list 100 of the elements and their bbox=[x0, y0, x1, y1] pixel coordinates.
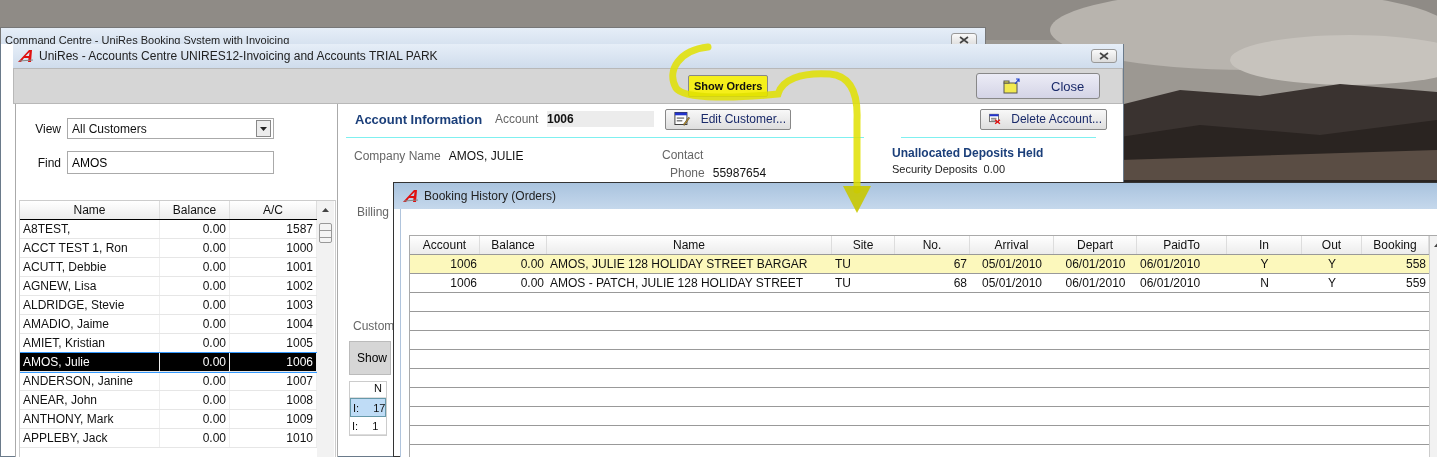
table-cell-text: 1 bbox=[371, 419, 379, 432]
security-deposits-value: 0.00 bbox=[983, 163, 1005, 175]
table-cell: 0.00 bbox=[160, 220, 230, 238]
table-cell-text: 68 bbox=[952, 275, 968, 292]
field-label: Company Name bbox=[354, 149, 441, 163]
table-cell: ACCT TEST 1, Ron bbox=[20, 239, 160, 257]
customer-row[interactable]: A8TEST, 0.00 1587 bbox=[20, 220, 317, 239]
table-cell-text: I: bbox=[351, 419, 359, 432]
table-cell-text: AMOS - PATCH, JULIE 128 HOLIDAY STREET bbox=[549, 275, 805, 292]
table-cell: 0.00 bbox=[160, 372, 230, 390]
table-cell-text: 0.00 bbox=[519, 256, 545, 273]
close-icon bbox=[959, 36, 969, 44]
field-label: View bbox=[34, 121, 61, 136]
table-cell-text: TU bbox=[834, 256, 852, 273]
view-dropdown[interactable]: All Customers bbox=[67, 118, 274, 139]
table-cell: 0.00 bbox=[160, 239, 230, 257]
field-label: Account bbox=[495, 112, 540, 126]
table-cell-text: 06/01/2010 bbox=[1064, 275, 1127, 292]
window-title: UniRes - Accounts Centre UNIRES12-Invoicing and Accounts TRIAL PARK bbox=[39, 49, 438, 63]
column-header[interactable]: Name bbox=[20, 201, 160, 219]
table-cell-text: Y bbox=[1259, 256, 1270, 273]
table-cell-text: TU bbox=[834, 275, 852, 292]
edit-icon bbox=[674, 111, 691, 127]
table-cell: 0.00 bbox=[160, 277, 230, 295]
customer-row[interactable]: ACCT TEST 1, Ron 0.00 1000 bbox=[20, 239, 317, 258]
table-cell-text: 559 bbox=[1404, 275, 1427, 292]
company-name-value: AMOS, JULIE bbox=[448, 149, 524, 163]
scroll-thumb[interactable] bbox=[319, 223, 332, 243]
table-cell-text: 17 bbox=[372, 401, 386, 414]
table-cell: AMOS, Julie bbox=[20, 353, 160, 371]
column-header[interactable]: PaidTo bbox=[1137, 236, 1227, 254]
table-cell: ANDERSON, Janine bbox=[20, 372, 160, 390]
table-cell: APPLEBY, Jack bbox=[20, 429, 160, 447]
close-button[interactable]: Close bbox=[976, 73, 1100, 99]
close-button[interactable] bbox=[1091, 49, 1117, 63]
column-header[interactable]: Depart bbox=[1054, 236, 1137, 254]
delete-icon bbox=[989, 111, 1002, 127]
table-cell-text: 0.00 bbox=[519, 275, 545, 292]
delete-account-button[interactable]: Delete Account... bbox=[980, 108, 1107, 130]
customer-row[interactable]: AMOS, Julie 0.00 1006 bbox=[20, 353, 317, 372]
folder-icon bbox=[1003, 78, 1021, 94]
field-label: Custom bbox=[353, 319, 396, 333]
section-heading: Account Information bbox=[355, 111, 484, 127]
close-icon bbox=[1099, 52, 1109, 60]
customer-row[interactable]: ANDERSON, Janine 0.00 1007 bbox=[20, 372, 317, 391]
customer-row[interactable]: APPLEBY, Jack 0.00 1010 bbox=[20, 429, 317, 448]
booking-row[interactable]: 1006 0.00 AMOS - PATCH, JULIE 128 HOLIDAY STREET TU 68 05/01/2010 06/01/2010 06/01/2010 N Y 559 bbox=[410, 274, 1429, 293]
window-title: Booking History (Orders) bbox=[424, 189, 557, 203]
table-cell-text: 06/01/2010 bbox=[1064, 256, 1127, 273]
phone-value: 55987654 bbox=[712, 166, 767, 180]
column-header[interactable]: Site bbox=[832, 236, 895, 254]
table-cell-text: 05/01/2010 bbox=[980, 275, 1044, 292]
table-cell-text: N bbox=[1259, 275, 1270, 292]
table-cell: ANEAR, John bbox=[20, 391, 160, 409]
find-field[interactable]: AMOS bbox=[67, 151, 274, 174]
table-cell-text: 67 bbox=[952, 256, 968, 273]
table-row[interactable]: I: 1 bbox=[350, 417, 386, 435]
field-label: Security Deposits bbox=[892, 163, 978, 175]
booking-row[interactable]: 1006 0.00 AMOS, JULIE 128 HOLIDAY STREET BARGAR TU 67 05/01/2010 06/01/2010 06/01/2010 Y Y 558 bbox=[410, 255, 1429, 274]
show-button[interactable]: Show bbox=[350, 351, 388, 365]
table-cell: 0.00 bbox=[160, 410, 230, 428]
table-cell-text: 06/01/2010 bbox=[1139, 256, 1202, 273]
table-cell-text: 1006 bbox=[449, 256, 478, 273]
table-cell: 0.00 bbox=[160, 353, 230, 371]
window-title: Command Centre - UniRes Booking System with Invoicing bbox=[5, 34, 290, 46]
column-header[interactable]: No. bbox=[895, 236, 970, 254]
field-label: Find bbox=[36, 155, 61, 170]
column-header[interactable]: Name bbox=[547, 236, 832, 254]
table-row[interactable]: I: 17 bbox=[350, 398, 386, 417]
table-cell-text: Y bbox=[1327, 275, 1337, 292]
customer-row[interactable]: ANTHONY, Mark 0.00 1009 bbox=[20, 410, 317, 429]
customer-row[interactable]: ACUTT, Debbie 0.00 1001 bbox=[20, 258, 317, 277]
table-cell: 0.00 bbox=[160, 429, 230, 447]
field-label: Phone bbox=[670, 166, 705, 180]
table-cell: 0.00 bbox=[160, 391, 230, 409]
table-cell: 0.00 bbox=[160, 258, 230, 276]
field-label: Billing bbox=[357, 205, 390, 219]
table-cell-text: I: bbox=[352, 401, 360, 414]
table-cell: ANTHONY, Mark bbox=[20, 410, 160, 428]
logo-icon bbox=[402, 189, 420, 203]
table-cell: 0.00 bbox=[160, 315, 230, 333]
column-header[interactable]: Account bbox=[410, 236, 480, 254]
customer-row[interactable]: AGNEW, Lisa 0.00 1002 bbox=[20, 277, 317, 296]
customer-row[interactable]: AMADIO, Jaime 0.00 1004 bbox=[20, 315, 317, 334]
table-cell-text: 1006 bbox=[449, 275, 478, 292]
table-cell: 0.00 bbox=[160, 296, 230, 314]
column-header[interactable]: In bbox=[1227, 236, 1302, 254]
column-header[interactable]: Arrival bbox=[970, 236, 1054, 254]
edit-customer-button[interactable]: Edit Customer... bbox=[665, 108, 791, 130]
customer-row[interactable]: ANEAR, John 0.00 1008 bbox=[20, 391, 317, 410]
column-header[interactable]: Out bbox=[1302, 236, 1362, 254]
table-cell: ACUTT, Debbie bbox=[20, 258, 160, 276]
table-cell: ALDRIDGE, Stevie bbox=[20, 296, 160, 314]
column-header[interactable]: Balance bbox=[480, 236, 547, 254]
scrollbar[interactable] bbox=[317, 201, 334, 457]
customer-row[interactable]: ALDRIDGE, Stevie 0.00 1003 bbox=[20, 296, 317, 315]
field-label: Contact bbox=[662, 148, 705, 162]
column-header[interactable]: Balance bbox=[160, 201, 230, 219]
table-cell: AGNEW, Lisa bbox=[20, 277, 160, 295]
table-cell-text: 558 bbox=[1404, 256, 1427, 273]
